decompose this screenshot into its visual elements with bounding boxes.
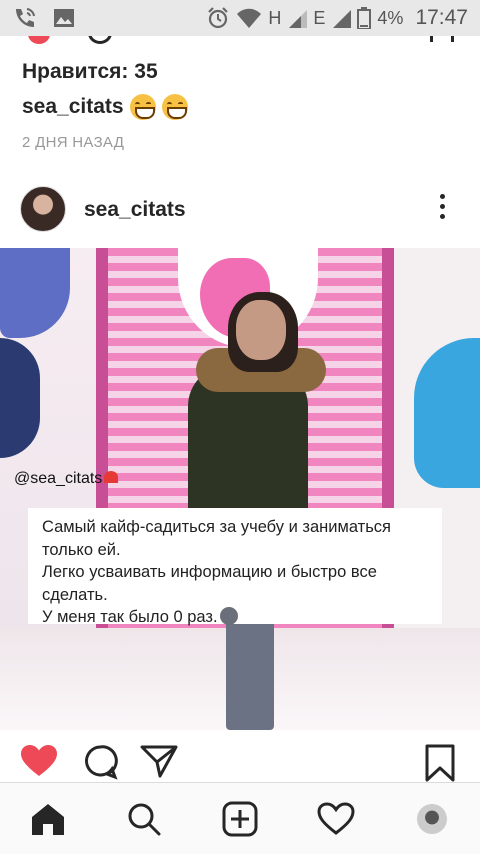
image-text-overlay: Самый кайф-садиться за учебу и заниматьс…: [28, 508, 442, 626]
grinning-face-emoji: [129, 94, 156, 120]
overlay-line: только ей.: [42, 540, 121, 559]
signal-icon: [287, 8, 308, 28]
add-post-icon[interactable]: [216, 795, 264, 843]
post-timestamp: 2 ДНЯ НАЗАД: [22, 134, 125, 151]
bookmark-icon[interactable]: [424, 744, 456, 782]
post-header: sea_citats: [0, 180, 480, 240]
caption-username[interactable]: sea_citats: [22, 95, 124, 119]
image-icon: [52, 7, 76, 29]
clock: 17:47: [415, 6, 468, 29]
home-icon[interactable]: [24, 795, 72, 843]
battery-percent: 4%: [377, 7, 404, 28]
comment-icon[interactable]: [88, 36, 112, 44]
comment-icon[interactable]: [82, 744, 118, 780]
activity-heart-icon[interactable]: [312, 795, 360, 843]
heart-icon[interactable]: [20, 744, 58, 778]
overlay-line: сделать.: [42, 585, 108, 604]
person-face: [236, 300, 286, 360]
network-type-1: H: [268, 7, 282, 28]
phone-wifi-icon: [12, 6, 38, 30]
wifi-icon: [236, 7, 262, 29]
person-legs: [226, 620, 274, 730]
search-icon[interactable]: [120, 795, 168, 843]
post-actions: [0, 738, 480, 786]
network-type-2: E: [313, 7, 326, 28]
status-bar: H E 4% 17:47: [0, 0, 480, 36]
grinning-face-emoji: [161, 94, 188, 120]
previous-post-actions: [0, 36, 480, 46]
profile-avatar-image: [417, 803, 447, 834]
likes-count[interactable]: Нравится: 35: [22, 60, 158, 84]
overlay-line-text: У меня так было 0 раз.: [42, 608, 218, 626]
signal-icon: [331, 8, 352, 28]
bookmark-icon[interactable]: [430, 36, 454, 42]
heart-icon[interactable]: [28, 36, 50, 44]
alarm-icon: [206, 6, 230, 30]
post-image[interactable]: [0, 248, 480, 730]
more-options-icon[interactable]: [436, 194, 448, 226]
avatar[interactable]: [20, 186, 66, 232]
profile-avatar[interactable]: [408, 795, 456, 843]
heart-emoji: [104, 471, 119, 483]
battery-icon: [357, 7, 372, 29]
bottom-navigation: [0, 782, 480, 854]
share-icon[interactable]: [140, 744, 178, 778]
overlay-line-last: У меня так было 0 раз.: [42, 606, 428, 629]
post-caption: sea_citats: [22, 94, 188, 120]
watermark-text: @sea_citats: [14, 470, 103, 487]
post-username[interactable]: sea_citats: [84, 198, 186, 222]
image-watermark: @sea_citats: [14, 470, 119, 488]
overlay-line: Самый кайф-садиться за учебу и заниматьс…: [42, 518, 391, 536]
overlay-line: Легко усваивать информацию и быстро все: [42, 563, 377, 581]
new-moon-emoji: [219, 607, 238, 625]
